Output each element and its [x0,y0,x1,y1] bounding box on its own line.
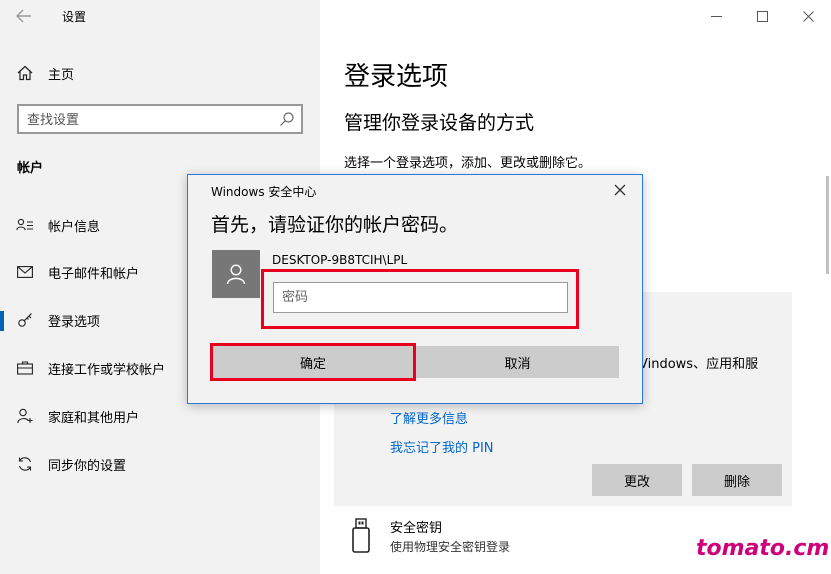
key-icon [16,311,34,329]
sidebar-item-label: 帐户信息 [48,219,101,235]
window-controls [693,0,831,32]
search-input[interactable] [27,110,267,130]
sync-icon [16,455,34,473]
account-username: DESKTOP-9B8TCIH\LPL [272,253,408,267]
usb-key-icon [352,518,370,553]
password-input[interactable] [273,282,568,313]
section-title: 帐户 [17,161,44,176]
maximize-icon [756,10,768,22]
close-icon [802,10,814,22]
avatar [212,250,260,298]
change-button[interactable]: 更改 [592,464,682,496]
maximize-button[interactable] [739,0,785,32]
close-icon[interactable] [612,182,628,198]
watermark: tomato.cm [696,536,830,561]
security-dialog: Windows 安全中心 首先，请验证你的帐户密码。 DESKTOP-9B8TC… [187,174,643,404]
ok-button[interactable]: 确定 [213,346,413,378]
search-icon[interactable] [279,111,295,127]
delete-button[interactable]: 删除 [692,464,782,496]
security-key-description: 使用物理安全密钥登录 [390,540,511,554]
active-indicator [0,311,4,331]
security-key-title: 安全密钥 [390,521,443,536]
home-icon [16,64,34,82]
close-button[interactable] [785,0,831,32]
scrollbar[interactable] [826,176,829,274]
dialog-heading: 首先，请验证你的帐户密码。 [211,214,459,236]
page-subtitle: 管理你登录设备的方式 [344,112,535,134]
sidebar-item-label: 连接工作或学校帐户 [48,362,166,378]
back-arrow-icon [16,9,31,23]
page-title: 登录选项 [344,62,449,92]
minimize-button[interactable] [693,0,739,32]
mail-icon [16,263,34,281]
user-icon [226,264,246,285]
sidebar-item-label: 主页 [48,67,75,83]
page-description: 选择一个登录选项，添加、更改或删除它。 [344,156,592,171]
window-title: 设置 [62,10,87,24]
person-add-icon [16,407,34,425]
forgot-pin-link[interactable]: 我忘记了我的 PIN [390,437,494,456]
sidebar-item-label: 同步你的设置 [48,458,127,474]
sidebar-item-sync-settings[interactable]: 同步你的设置 [0,445,320,483]
back-button[interactable] [8,2,40,30]
sidebar-item-label: 家庭和其他用户 [48,410,140,426]
sidebar-item-label: 登录选项 [48,314,101,330]
briefcase-icon [16,359,34,377]
sidebar-item-home[interactable]: 主页 [0,54,320,92]
cancel-button[interactable]: 取消 [416,346,619,378]
pin-description: Vindows、应用和服 [639,357,759,372]
learn-more-link[interactable]: 了解更多信息 [390,408,468,427]
sidebar-item-label: 电子邮件和帐户 [48,266,140,282]
search-box[interactable] [17,104,303,134]
minimize-icon [710,15,722,17]
account-info-icon [16,216,34,234]
dialog-title: Windows 安全中心 [211,185,317,199]
